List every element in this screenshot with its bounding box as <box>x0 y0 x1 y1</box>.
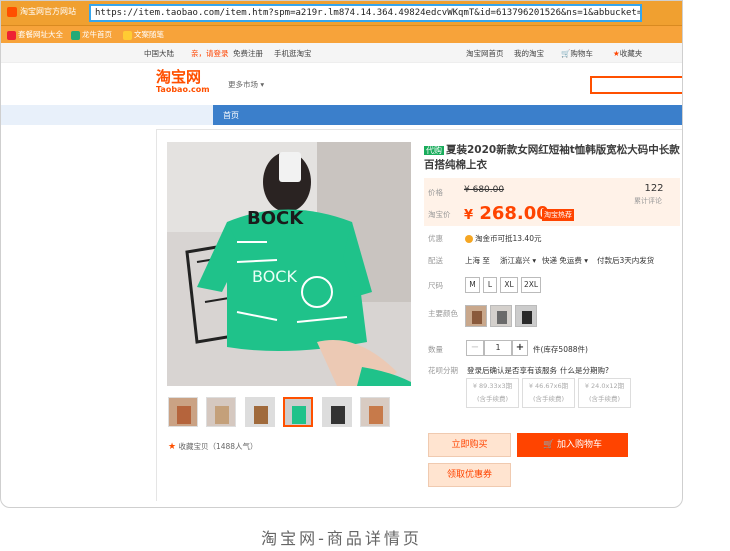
size-option-m[interactable]: M <box>465 277 480 293</box>
installment-option[interactable]: ¥ 24.0x12期 (含手续费) <box>578 378 631 408</box>
login-link[interactable]: 亲，请登录 <box>191 48 229 59</box>
promotion-label: 优惠 <box>428 234 443 243</box>
taobao-favicon-icon <box>7 6 17 17</box>
bookmark-item[interactable]: 龙牛首页 <box>71 29 112 40</box>
search-input[interactable] <box>590 76 682 94</box>
quantity-increase-button[interactable]: + <box>512 340 528 356</box>
installment-option[interactable]: ¥ 46.67x6期 (含手续费) <box>522 378 575 408</box>
taobao-price-label: 淘宝价 <box>428 210 451 219</box>
thumbnail[interactable] <box>206 397 236 427</box>
my-taobao-link[interactable]: 我的淘宝 <box>514 48 544 59</box>
star-icon: ★ <box>613 49 620 58</box>
tab-title: 淘宝网官方网站 <box>20 7 76 16</box>
current-price: ¥ 268.00 <box>464 203 549 224</box>
price-box: 价格 ¥ 680.00 淘宝价 ¥ 268.00 淘宝热荐 122 累计评论 <box>424 178 680 226</box>
installment-label: 花呗分期 <box>428 366 458 375</box>
review-count-label: 累计评论 <box>634 197 662 205</box>
price-label: 价格 <box>428 188 443 197</box>
color-swatch[interactable] <box>515 305 537 327</box>
size-label: 尺码 <box>428 281 443 290</box>
coin-discount: 淘金币可抵13.40元 <box>465 233 541 244</box>
svg-text:BOCK: BOCK <box>247 208 304 229</box>
size-option-xl[interactable]: XL <box>500 277 518 293</box>
quantity-input[interactable]: 1 <box>484 340 512 356</box>
bookmarks-bar: 套餐网址大全 龙牛首页 文案随笔 <box>1 25 682 43</box>
quantity-label: 数量 <box>428 345 443 354</box>
bookmark-item[interactable]: 套餐网址大全 <box>7 29 63 40</box>
quantity-decrease-button[interactable]: − <box>466 340 484 356</box>
mobile-link[interactable]: 手机逛淘宝 <box>274 48 312 59</box>
bookmark-item[interactable]: 文案随笔 <box>123 29 164 40</box>
page-caption: 淘宝网-商品详情页 <box>261 529 422 548</box>
home-tab[interactable]: 首页 <box>223 110 239 121</box>
region-selector[interactable]: 中国大陆 <box>144 48 174 59</box>
installment-help-link[interactable]: 什么是分期购? <box>560 365 609 376</box>
register-link[interactable]: 免费注册 <box>233 48 263 59</box>
color-swatch[interactable] <box>490 305 512 327</box>
installment-note: 登录后确认是否享有该服务 <box>467 366 557 375</box>
stock-text: 件(库存5088件) <box>533 345 588 354</box>
favorite-item[interactable]: ★ 收藏宝贝（1488人气） <box>168 441 258 452</box>
size-option-2xl[interactable]: 2XL <box>521 277 541 293</box>
cart-icon: 🛒 <box>542 440 555 450</box>
bookmark-icon <box>123 30 132 40</box>
site-header: 淘宝网 Taobao.com 更多市场 ▾ <box>1 63 682 105</box>
ship-from: 上海 至 <box>465 256 490 265</box>
home-link[interactable]: 淘宝网首页 <box>466 48 504 59</box>
thumbnail-selected[interactable] <box>283 397 313 427</box>
promo-badge: 淘宝热荐 <box>542 209 574 221</box>
thumbnail[interactable] <box>168 397 198 427</box>
category-bar: 首页 <box>1 105 682 125</box>
bookmark-icon <box>7 30 16 40</box>
buy-now-button[interactable]: 立即购买 <box>428 433 511 457</box>
svg-text:BOCK: BOCK <box>252 267 297 286</box>
daigou-badge: 代购 <box>424 146 444 155</box>
favorites-link[interactable]: ★收藏夹 <box>613 48 642 59</box>
browser-tab[interactable]: 淘宝网官方网站 <box>7 6 87 20</box>
address-bar: 淘宝网官方网站 https://item.taobao.com/item.htm… <box>1 1 682 25</box>
size-option-l[interactable]: L <box>483 277 497 293</box>
product-title: 代购 夏装2020新款女网红短袖t恤韩版宽松大码中长款百搭纯棉上衣 <box>424 144 680 171</box>
shipping-label: 配送 <box>428 256 443 265</box>
bookmark-icon <box>71 30 80 40</box>
more-markets-dropdown[interactable]: 更多市场 ▾ <box>228 79 264 90</box>
ship-to-dropdown[interactable]: 浙江嘉兴 ▾ <box>500 255 536 266</box>
add-to-cart-button[interactable]: 🛒 加入购物车 <box>517 433 628 457</box>
get-coupon-button[interactable]: 领取优惠券 <box>428 463 511 487</box>
thumbnail[interactable] <box>245 397 275 427</box>
url-field[interactable]: https://item.taobao.com/item.htm?spm=a21… <box>89 4 642 22</box>
installment-option[interactable]: ¥ 89.33x3期 (含手续费) <box>466 378 519 408</box>
review-count[interactable]: 122 <box>639 183 669 194</box>
product-main-image[interactable]: BOCK BOCK <box>167 142 411 386</box>
color-swatch[interactable] <box>465 305 487 327</box>
color-label: 主要颜色 <box>428 309 458 318</box>
taobao-logo[interactable]: 淘宝网 Taobao.com <box>156 69 210 94</box>
thumbnail[interactable] <box>322 397 352 427</box>
cart-icon: 🛒 <box>561 49 571 58</box>
ship-time: 付款后3天内发货 <box>597 256 655 265</box>
site-top-nav: 中国大陆 亲，请登录 免费注册 手机逛淘宝 淘宝网首页 我的淘宝 🛒购物车 ★收… <box>1 43 682 63</box>
star-icon: ★ <box>168 442 177 452</box>
coin-icon <box>465 235 473 243</box>
thumbnail[interactable] <box>360 397 390 427</box>
cart-link[interactable]: 🛒购物车 <box>561 48 593 59</box>
express-dropdown[interactable]: 快递 免运费 ▾ <box>542 255 588 266</box>
original-price: ¥ 680.00 <box>464 185 505 195</box>
